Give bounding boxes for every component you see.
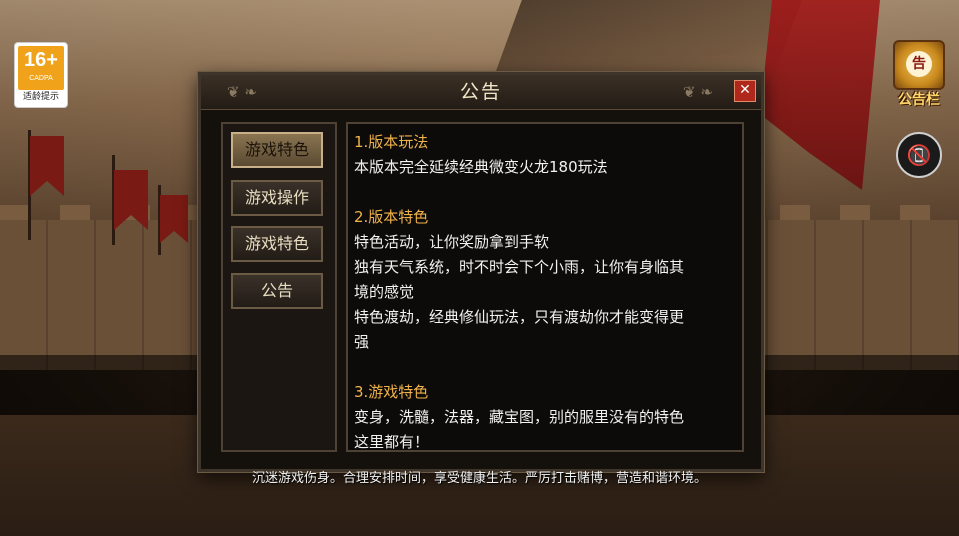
phone-off-icon[interactable]: 📵 (896, 132, 942, 178)
tab-game-features[interactable]: 游戏特色 (231, 132, 323, 168)
health-notice: 沉迷游戏伤身。合理安排时间，享受健康生活。严厉打击赌博，营造和谐环境。 (251, 471, 707, 486)
content-line: 境的感觉 (354, 283, 415, 301)
notice-board-label: 公告栏 (898, 92, 940, 108)
close-icon[interactable]: ✕ (734, 80, 756, 102)
content-line: 本版本完全延续经典微变火龙180玩法 (354, 158, 608, 176)
tab-announcement[interactable]: 公告 (231, 273, 323, 309)
age-rating-number: 16+ (24, 49, 58, 71)
content-line: 特色活动，让你奖励拿到手软 (354, 233, 550, 251)
notice-dialog: ❦ ❧ 公告 ❦ ❧ ✕ 游戏特色 游戏操作 游戏特色 公告 1.版本玩法 本版… (198, 72, 764, 472)
tab-sidebar: 游戏特色 游戏操作 游戏特色 公告 (221, 122, 337, 452)
section-title: 2.版本特色 (354, 208, 429, 226)
content-line: 独有天气系统，时不时会下个小雨，让你有身临其 (354, 258, 685, 276)
notice-seal: 告 (906, 51, 932, 77)
notice-board-icon: 告 (893, 40, 945, 90)
content-line: 特色渡劫，经典修仙玩法，只有渡劫你才能变得更 (354, 308, 685, 326)
age-rating-box: 16+ CADPA (18, 46, 64, 90)
header-ornament-right: ❦ ❧ (683, 83, 713, 101)
content-line: 变身，洗髓，法器，藏宝图，别的服里没有的特色 (354, 408, 685, 426)
tab-game-features-2[interactable]: 游戏特色 (231, 226, 323, 262)
age-rating-badge: 16+ CADPA 适龄提示 (14, 42, 68, 108)
announcement-content: 1.版本玩法 本版本完全延续经典微变火龙180玩法 2.版本特色 特色活动，让你… (354, 130, 734, 451)
notice-board-button[interactable]: 告 公告栏 (888, 40, 950, 114)
section-title: 3.游戏特色 (354, 383, 429, 401)
content-panel[interactable]: 1.版本玩法 本版本完全延续经典微变火龙180玩法 2.版本特色 特色活动，让你… (346, 122, 744, 452)
content-line: 强 (354, 333, 370, 351)
age-rating-org: CADPA (29, 75, 53, 82)
game-screen: 16+ CADPA 适龄提示 告 公告栏 📵 ❦ ❧ 公告 ❦ ❧ ✕ 游戏特色… (0, 0, 959, 536)
age-rating-tip: 适龄提示 (22, 92, 59, 102)
dialog-header: ❦ ❧ 公告 ❦ ❧ ✕ (201, 75, 761, 110)
tab-game-controls[interactable]: 游戏操作 (231, 180, 323, 216)
section-title: 1.版本玩法 (354, 133, 429, 151)
content-line: 这里都有！ (354, 433, 430, 451)
